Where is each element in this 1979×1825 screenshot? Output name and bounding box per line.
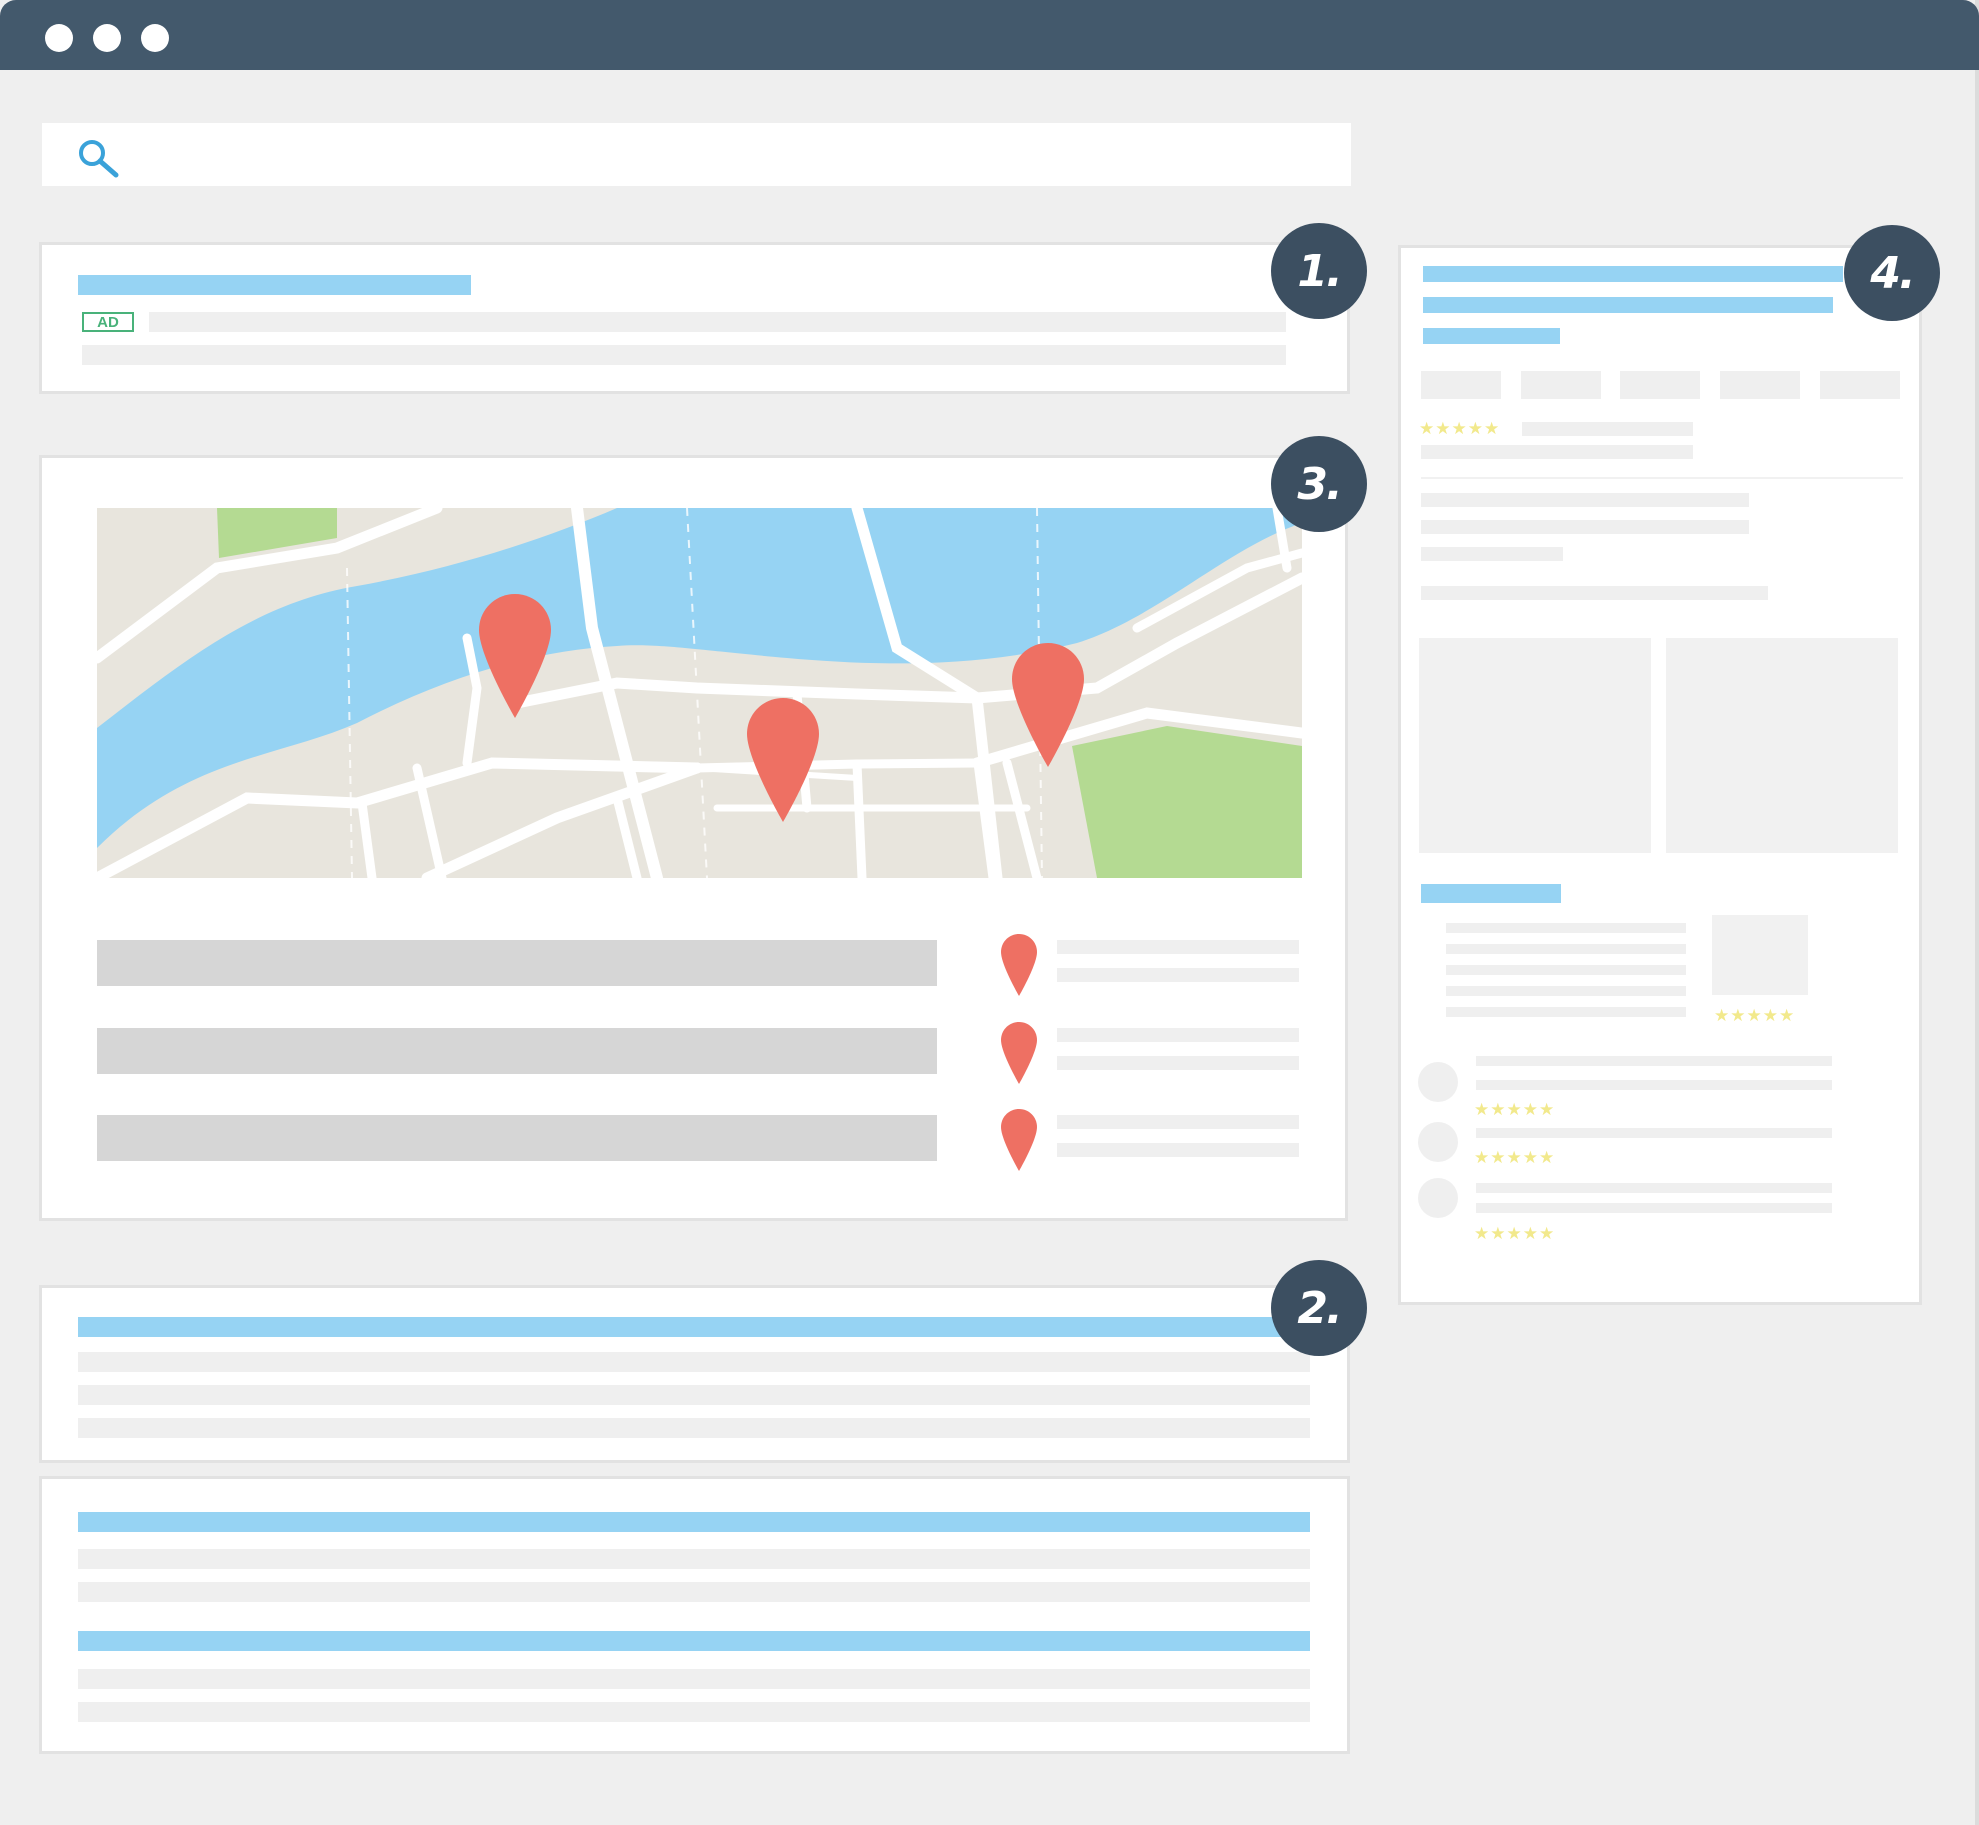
window-dot-minimize[interactable] (93, 24, 121, 52)
listing-name-bar[interactable] (97, 1028, 937, 1074)
ad-description-line (82, 345, 1286, 365)
panel-rating-stars: ★★★★★ (1419, 419, 1501, 438)
panel-action-button[interactable] (1620, 371, 1700, 399)
listing-name-bar[interactable] (97, 940, 937, 986)
organic-title-link[interactable] (78, 1317, 1310, 1337)
panel-action-button[interactable] (1720, 371, 1800, 399)
local-map[interactable] (91, 502, 1308, 884)
local-listing-3[interactable] (97, 1109, 1307, 1171)
map-pin-icon-2[interactable] (747, 698, 819, 827)
panel-photo[interactable] (1666, 638, 1898, 853)
reviewer-avatar (1418, 1062, 1458, 1102)
listing-detail-line (1057, 1056, 1299, 1070)
reviewer-avatar (1418, 1122, 1458, 1162)
organic-result-card-1[interactable] (39, 1285, 1350, 1463)
review-text-line (1476, 1183, 1832, 1193)
panel-divider (1421, 477, 1903, 479)
section-badge-4: 4. (1844, 225, 1940, 321)
title-bar (0, 0, 1979, 70)
ad-label: AD (82, 312, 134, 332)
listing-pin-icon (1000, 934, 1038, 1001)
organic-snippet-line (78, 1669, 1310, 1689)
local-listing-1[interactable] (97, 934, 1307, 996)
panel-info-line (1421, 445, 1693, 459)
reviewer-avatar (1418, 1178, 1458, 1218)
review-text-line (1476, 1128, 1832, 1138)
ad-title-link[interactable] (78, 275, 471, 295)
knowledge-panel: ★★★★★ ★★★★★ ★★★★★ ★★★★★ ★★★★★ (1398, 245, 1922, 1305)
map-pack-card (39, 455, 1348, 1221)
listing-detail-line (1057, 1115, 1299, 1129)
panel-thumbnail-stars: ★★★★★ (1714, 1006, 1796, 1025)
panel-rating-text (1522, 422, 1693, 436)
panel-info-line (1421, 520, 1749, 534)
search-input[interactable] (142, 133, 1332, 176)
panel-photo[interactable] (1419, 638, 1651, 853)
panel-action-button[interactable] (1820, 371, 1900, 399)
listing-detail-line (1057, 968, 1299, 982)
ad-result-card[interactable]: AD (39, 242, 1350, 394)
panel-info-line (1421, 586, 1768, 600)
organic-snippet-line (78, 1352, 1310, 1372)
panel-subtitle-bar (1423, 297, 1833, 313)
window-dot-close[interactable] (45, 24, 73, 52)
section-badge-1: 1. (1271, 223, 1367, 319)
panel-category-bar (1423, 328, 1560, 344)
window-dot-maximize[interactable] (141, 24, 169, 52)
panel-title-bar[interactable] (1423, 266, 1843, 282)
section-badge-2: 2. (1271, 1260, 1367, 1356)
panel-info-line (1446, 923, 1686, 933)
panel-info-line (1421, 493, 1749, 507)
ad-url-line (149, 312, 1286, 332)
panel-info-line (1446, 1007, 1686, 1017)
search-bar[interactable] (42, 123, 1351, 186)
organic-snippet-line (78, 1549, 1310, 1569)
listing-detail-line (1057, 1143, 1299, 1157)
panel-action-button[interactable] (1521, 371, 1601, 399)
browser-window: AD 1. 3. 2. ★★★★★ ★★★★★ ★★★★★ ★★★★★ ★★★★… (0, 0, 1979, 1825)
organic-title-link[interactable] (78, 1631, 1310, 1651)
review-text-line (1476, 1056, 1832, 1066)
listing-pin-icon (1000, 1109, 1038, 1176)
panel-info-line (1421, 547, 1563, 561)
search-icon[interactable] (76, 137, 122, 183)
listing-detail-line (1057, 940, 1299, 954)
panel-info-line (1446, 965, 1686, 975)
review-stars: ★★★★★ (1474, 1100, 1556, 1119)
section-badge-3: 3. (1271, 436, 1367, 532)
panel-thumbnail[interactable] (1712, 915, 1808, 995)
listing-pin-icon (1000, 1022, 1038, 1089)
listing-name-bar[interactable] (97, 1115, 937, 1161)
panel-section-heading[interactable] (1421, 884, 1561, 903)
organic-snippet-line (78, 1418, 1310, 1438)
review-stars: ★★★★★ (1474, 1148, 1556, 1167)
panel-info-line (1446, 944, 1686, 954)
map-pin-icon-1[interactable] (479, 594, 551, 723)
listing-detail-line (1057, 1028, 1299, 1042)
organic-snippet-line (78, 1582, 1310, 1602)
map-pin-icon-3[interactable] (1012, 643, 1084, 772)
organic-snippet-line (78, 1385, 1310, 1405)
review-text-line (1476, 1203, 1832, 1213)
panel-action-button[interactable] (1421, 371, 1501, 399)
review-text-line (1476, 1080, 1832, 1090)
organic-title-link[interactable] (78, 1512, 1310, 1532)
organic-result-card-2[interactable] (39, 1476, 1350, 1754)
review-stars: ★★★★★ (1474, 1224, 1556, 1243)
local-listing-2[interactable] (97, 1022, 1307, 1084)
organic-snippet-line (78, 1702, 1310, 1722)
panel-info-line (1446, 986, 1686, 996)
